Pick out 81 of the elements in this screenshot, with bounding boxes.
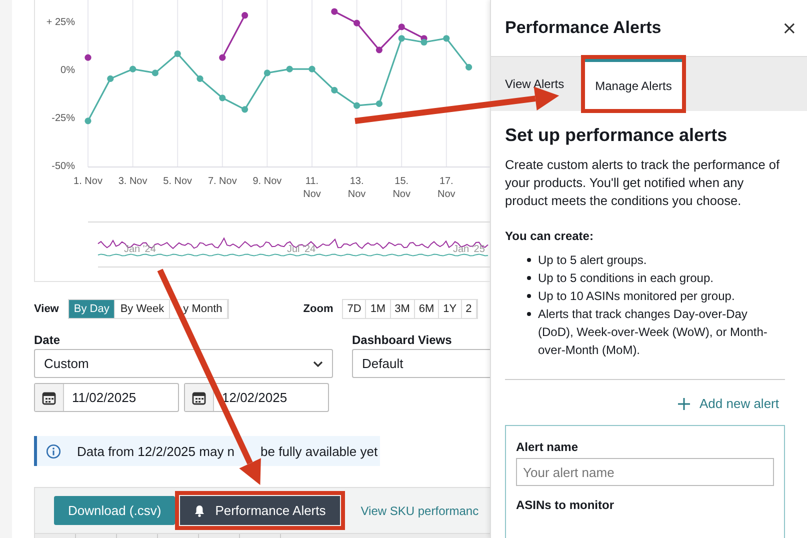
axis-label: 3. Nov: [117, 175, 148, 188]
axis-label: 11. Nov: [302, 175, 322, 201]
plus-icon: [678, 398, 690, 410]
bell-icon: [194, 504, 206, 516]
dashboard-view-dropdown[interactable]: Default: [352, 349, 490, 378]
info-message: Data from 12/2/2025 may n: [77, 444, 235, 458]
axis-label: 0%: [60, 64, 75, 78]
point: [107, 75, 114, 82]
point: [466, 64, 472, 70]
alerts-tab[interactable]: View Alerts: [505, 57, 564, 111]
point: [196, 75, 204, 82]
axis-label: -50%: [50, 160, 75, 174]
list-title: You can create:: [505, 229, 594, 243]
list-item: Up to 5 conditions in each group.: [538, 270, 714, 287]
point: [84, 118, 92, 124]
point: [331, 86, 338, 94]
point: [130, 66, 136, 72]
field-label: ASINs to monitor: [516, 498, 615, 512]
point: [376, 100, 382, 107]
point: [354, 102, 360, 109]
axis-label: Jan '24: [124, 244, 156, 255]
axis-label: 15. Nov: [392, 175, 412, 201]
axis-label: 9. Nov: [252, 175, 283, 188]
axis-label: Jan '25: [453, 244, 485, 255]
point: [398, 24, 405, 30]
point: [308, 66, 316, 72]
point: [354, 20, 360, 26]
point: [219, 94, 226, 102]
alerts-tab[interactable]: Manage Alerts: [585, 59, 682, 109]
axis-label: Jul '24: [287, 244, 316, 255]
point: [443, 35, 450, 42]
axis-label: 5. Nov: [162, 175, 194, 188]
info-icon: [46, 444, 61, 458]
point: [286, 66, 293, 72]
info-message: be fully available yet: [260, 444, 378, 458]
date-input-field[interactable]: 12/02/2025: [184, 383, 329, 412]
zoom-label: Zoom: [303, 303, 334, 315]
field-label: Alert name: [516, 440, 580, 454]
bullet-icon: [527, 276, 531, 280]
chevron-down-icon: [313, 360, 323, 366]
bullet-icon: [527, 294, 531, 298]
download-button[interactable]: Download (.csv): [54, 496, 176, 525]
point: [242, 12, 248, 19]
axis-label: 17. Nov: [436, 175, 456, 201]
calendar-icon: [192, 390, 206, 404]
date-input-field[interactable]: 11/02/2025: [34, 383, 179, 412]
list-item: Up to 10 ASINs monitored per group.: [538, 288, 735, 305]
view-label: View: [34, 303, 59, 315]
bullet-icon: [527, 312, 531, 316]
field-label: Date: [34, 333, 62, 347]
list-item: Alerts that track changes Day-over-Day (DoD), Week-over-Week (WoW), or Month-over-Month (MoM).: [538, 306, 768, 359]
point: [174, 50, 181, 58]
performance-alerts-button[interactable]: Performance Alerts: [180, 496, 340, 525]
view-option-tab[interactable]: By Day: [68, 300, 116, 318]
list-item: Up to 5 alert groups.: [538, 252, 647, 269]
alert-name-field[interactable]: Your alert name: [516, 458, 774, 486]
point: [264, 70, 270, 76]
axis-label: 7. Nov: [206, 175, 238, 188]
panel-title: Performance Alerts: [505, 18, 662, 38]
point: [84, 54, 92, 61]
point: [152, 70, 158, 76]
intro-text: Create custom alerts to track the performance of your products. You'll get notified when any product meets the conditions you choose.: [505, 156, 781, 210]
point: [376, 46, 382, 54]
sku-performance-link[interactable]: View SKU performanc: [360, 504, 479, 518]
add-alert-link[interactable]: Add new alert: [678, 396, 779, 411]
axis-label: 13. Nov: [346, 175, 367, 201]
axis-label: -25%: [50, 112, 75, 126]
axis-label: 1. Nov: [72, 175, 104, 188]
close-button[interactable]: ×: [778, 18, 801, 38]
point: [420, 38, 428, 46]
point: [331, 8, 338, 15]
section-heading: Set up performance alerts: [505, 125, 728, 146]
calendar-icon: [42, 390, 56, 404]
bullet-icon: [527, 258, 531, 262]
point: [242, 106, 248, 113]
field-label: Dashboard Views: [352, 333, 453, 347]
date-range-dropdown[interactable]: Custom: [34, 349, 333, 378]
axis-label: + 25%: [45, 16, 75, 30]
range-navigator[interactable]: [88, 222, 490, 268]
point: [398, 35, 405, 42]
point: [219, 54, 226, 61]
